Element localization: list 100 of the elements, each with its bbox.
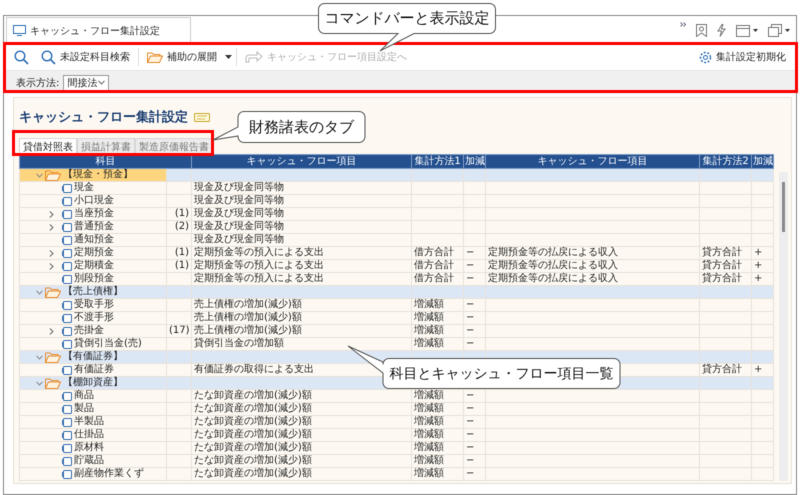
chevron-down-icon[interactable] bbox=[36, 354, 43, 360]
statement-tab[interactable]: 貸借対照表 bbox=[19, 138, 77, 154]
caret-icon[interactable] bbox=[225, 55, 232, 59]
table-cell: 増減額 bbox=[412, 312, 464, 324]
group-name: 【売上債権】 bbox=[63, 286, 123, 298]
account-icon bbox=[62, 248, 72, 258]
group-cell[interactable]: 【有価証券】 bbox=[20, 350, 166, 364]
caret-icon[interactable] bbox=[785, 29, 790, 32]
group-name: 【棚卸資産】 bbox=[63, 377, 123, 389]
account-name[interactable]: 製品 bbox=[74, 403, 94, 415]
account-icon bbox=[62, 392, 72, 400]
statement-tab[interactable]: 損益計算書 bbox=[77, 138, 135, 154]
table-cell: − bbox=[464, 246, 486, 260]
account-icon bbox=[62, 236, 72, 244]
window-icon[interactable] bbox=[736, 24, 750, 36]
table-cell: (1) bbox=[166, 246, 192, 260]
account-icon bbox=[62, 262, 72, 270]
callout-text: コマンドバーと表示設定 bbox=[324, 9, 490, 28]
chevron-down-icon[interactable] bbox=[36, 290, 43, 294]
account-name[interactable]: 原材料 bbox=[74, 442, 104, 454]
account-icon bbox=[62, 340, 72, 348]
table-cell: − bbox=[464, 416, 486, 428]
account-icon bbox=[62, 418, 72, 426]
expand-button[interactable]: 補助の展開 bbox=[143, 48, 221, 66]
table-cell: たな卸資産の増加(減少)額 bbox=[192, 454, 412, 468]
group-cell[interactable]: 【現金・預金】 bbox=[20, 168, 166, 182]
account-icon bbox=[62, 456, 72, 466]
column-header[interactable]: 加減 bbox=[752, 154, 774, 168]
account-icon bbox=[62, 210, 72, 218]
account-name[interactable]: 貯蔵品 bbox=[74, 455, 104, 467]
table-cell: (1) bbox=[166, 208, 192, 220]
account-name[interactable]: 売掛金 bbox=[74, 325, 104, 337]
chevron-down-icon[interactable] bbox=[36, 172, 43, 178]
table-cell: − bbox=[464, 298, 486, 312]
account-name[interactable]: 商品 bbox=[74, 390, 94, 402]
table-cell: 増減額 bbox=[412, 454, 464, 468]
table-cell: たな卸資産の増加(減少)額 bbox=[192, 402, 412, 416]
table-cell: − bbox=[464, 428, 486, 442]
table-cell: − bbox=[464, 442, 486, 454]
account-icon bbox=[62, 300, 72, 310]
chevron-down-icon[interactable] bbox=[36, 380, 43, 386]
account-name[interactable]: 現金 bbox=[74, 182, 94, 194]
group-cell[interactable]: 【売上債権】 bbox=[20, 286, 166, 298]
group-name: 【有価証券】 bbox=[63, 351, 123, 363]
table-cell: (1) bbox=[166, 260, 192, 272]
overflow-icon[interactable] bbox=[680, 22, 686, 27]
table-cell: 増減額 bbox=[412, 442, 464, 454]
scrollbar[interactable] bbox=[779, 172, 788, 481]
table-cell: たな卸資産の増加(減少)額 bbox=[192, 416, 412, 428]
column-header[interactable]: キャッシュ・フロー項目 bbox=[486, 154, 700, 168]
callout-text: 財務諸表のタブ bbox=[249, 118, 354, 136]
group-name: 【現金・預金】 bbox=[63, 169, 133, 181]
settings-icon bbox=[699, 50, 712, 64]
window-tab[interactable]: キャッシュ・フロー集計設定 bbox=[6, 17, 191, 43]
caret-icon[interactable] bbox=[753, 29, 758, 32]
table-cell: たな卸資産の増加(減少)額 bbox=[192, 468, 412, 480]
account-icon bbox=[62, 470, 72, 478]
column-header[interactable]: 加減 bbox=[464, 154, 486, 168]
table-cell: 定期預金等の預入による支出 bbox=[192, 246, 412, 260]
search-button[interactable]: 未設定科目検索 bbox=[37, 48, 134, 66]
reset-button[interactable]: 集計設定初期化 bbox=[695, 48, 790, 66]
folder-icon bbox=[147, 52, 163, 62]
account-icon bbox=[62, 274, 72, 284]
table-cell: − bbox=[464, 324, 486, 338]
table-cell: 現金及び現金同等物 bbox=[192, 194, 412, 208]
column-header[interactable]: 集計方法2 bbox=[700, 154, 752, 168]
table-cell: 増減額 bbox=[412, 324, 464, 338]
account-icon bbox=[62, 314, 72, 322]
table-cell: 売上債権の増加(減少)額 bbox=[192, 312, 412, 324]
table-cell: 売上債権の増加(減少)額 bbox=[192, 298, 412, 312]
folder-icon bbox=[45, 378, 61, 388]
column-header[interactable]: 集計方法1 bbox=[412, 154, 464, 168]
scrollbar-thumb[interactable] bbox=[782, 182, 785, 232]
chevron-right-icon[interactable] bbox=[49, 328, 54, 334]
page-title: キャッシュ・フロー集計設定 bbox=[19, 108, 188, 126]
table-cell: 現金及び現金同等物 bbox=[192, 220, 412, 234]
account-icon bbox=[62, 196, 72, 206]
table-cell: + bbox=[752, 260, 774, 272]
table-cell: 増減額 bbox=[412, 416, 464, 428]
table-cell: + bbox=[752, 246, 774, 260]
table-cell: 定期預金等の払戻による収入 bbox=[486, 260, 700, 272]
account-icon bbox=[62, 184, 72, 192]
group-cell[interactable]: 【棚卸資産】 bbox=[20, 376, 166, 390]
table-cell: 貸方合計 bbox=[700, 246, 752, 260]
table-cell: − bbox=[464, 312, 486, 324]
account-icon bbox=[62, 222, 72, 232]
statement-tab[interactable]: 製造原価報告書 bbox=[135, 138, 213, 154]
account-name[interactable]: 仕掛品 bbox=[74, 429, 104, 441]
monitor-icon bbox=[13, 25, 26, 36]
table-cell: 借方合計 bbox=[412, 260, 464, 272]
windows-icon[interactable] bbox=[768, 24, 782, 37]
table-cell: − bbox=[464, 260, 486, 272]
lightning-icon[interactable] bbox=[717, 24, 726, 37]
column-header[interactable]: キャッシュ・フロー項目 bbox=[192, 154, 412, 168]
display-select[interactable]: 間接法 bbox=[63, 74, 110, 90]
table-cell: 定期預金等の預入による支出 bbox=[192, 260, 412, 272]
account-name[interactable]: 半製品 bbox=[74, 416, 104, 428]
bookmark-icon[interactable] bbox=[696, 24, 707, 37]
search-icon bbox=[41, 50, 56, 64]
window-tab-title: キャッシュ・フロー集計設定 bbox=[30, 24, 160, 38]
